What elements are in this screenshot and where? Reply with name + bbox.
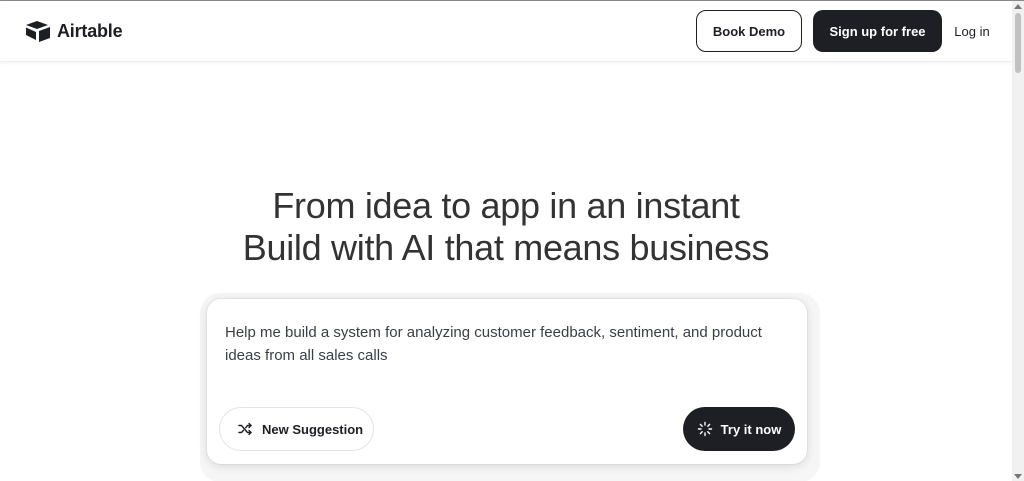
sparkle-spinner-icon xyxy=(697,421,712,437)
page: Airtable Book Demo Sign up for free Log … xyxy=(0,0,1024,481)
try-it-now-label: Try it now xyxy=(720,421,782,437)
hero-headline: From idea to app in an instant Build wit… xyxy=(0,185,1012,269)
prompt-text-area[interactable]: Help me build a system for analyzing cus… xyxy=(225,321,795,367)
new-suggestion-label: New Suggestion xyxy=(262,421,364,437)
logo-link[interactable]: Airtable xyxy=(25,18,123,44)
prompt-card: Help me build a system for analyzing cus… xyxy=(207,299,807,464)
new-suggestion-button[interactable]: New Suggestion xyxy=(219,407,374,451)
try-it-now-button[interactable]: Try it now xyxy=(683,407,795,451)
sign-up-button[interactable]: Sign up for free xyxy=(813,10,942,52)
vertical-scrollbar[interactable] xyxy=(1012,1,1024,481)
hero-line-2: Build with AI that means business xyxy=(242,227,770,268)
scroll-thumb[interactable] xyxy=(1015,13,1021,73)
book-demo-button[interactable]: Book Demo xyxy=(696,10,802,52)
logo-text: Airtable xyxy=(57,20,123,41)
top-nav: Airtable Book Demo Sign up for free Log … xyxy=(0,1,1012,62)
airtable-logo-icon xyxy=(26,21,50,42)
log-in-link[interactable]: Log in xyxy=(950,10,994,52)
scroll-up-arrow-icon[interactable] xyxy=(1014,4,1022,9)
shuffle-icon xyxy=(238,422,252,436)
scroll-down-arrow-icon[interactable] xyxy=(1014,474,1022,479)
hero-line-1: From idea to app in an instant xyxy=(272,185,740,226)
